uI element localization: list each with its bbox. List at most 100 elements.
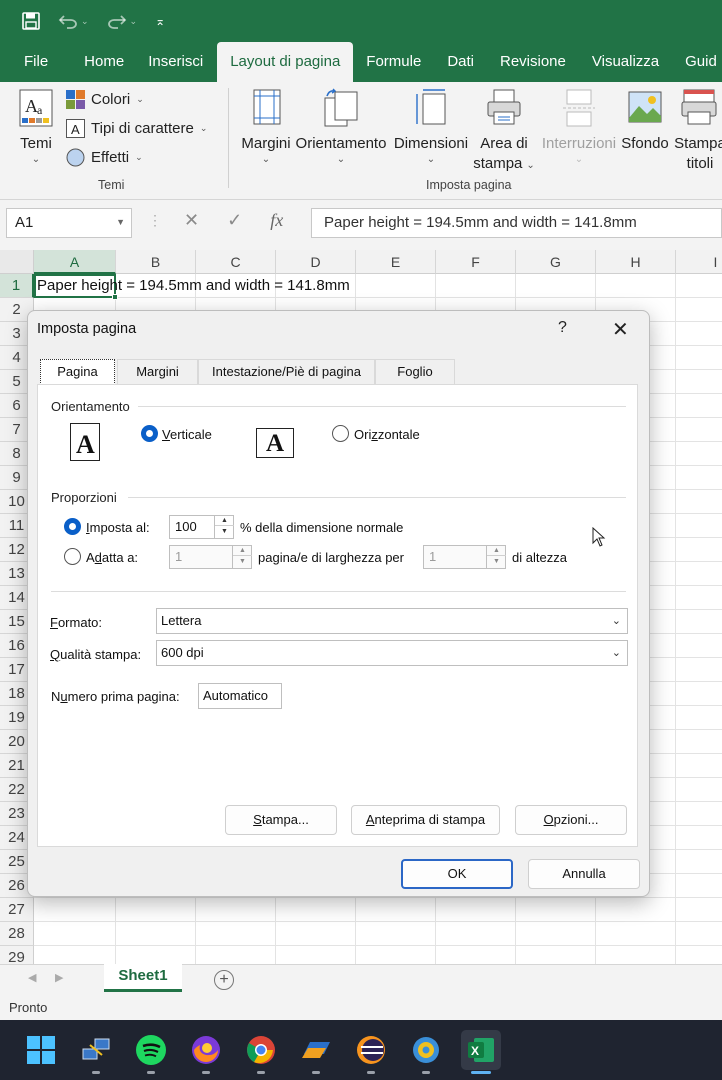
redo-icon[interactable]: ⌄ [107,13,137,29]
customize-quick-access-icon[interactable]: ⌅ [155,14,165,28]
row-header-29[interactable]: 29 [0,946,34,964]
ok-button[interactable]: OK [401,859,513,889]
adatta-height-stepper[interactable]: 1 ▲ ▼ [423,545,506,569]
column-header-a[interactable]: A [34,250,116,274]
chevron-down-icon[interactable]: ⌄ [612,614,621,627]
close-icon[interactable]: ✕ [612,317,629,342]
app-icon[interactable] [296,1030,336,1074]
tab-intestazione[interactable]: Intestazione/Piè di pagina [198,359,375,385]
network-icon[interactable] [76,1030,116,1074]
qualita-stampa-select[interactable]: 600 dpi ⌄ [156,640,628,666]
anteprima-di-stampa-button[interactable]: Anteprima di stampa [351,805,500,835]
dimensioni-button[interactable]: Dimensioni ⌄ [391,88,471,166]
verticale-radio[interactable] [141,425,158,442]
cancel-icon[interactable]: ✕ [184,210,199,231]
chevron-down-icon[interactable]: ⌄ [612,646,621,659]
add-sheet-icon[interactable]: + [214,970,234,990]
adatta-width-stepper[interactable]: 1 ▲ ▼ [169,545,252,569]
numero-prima-pagina-input[interactable]: Automatico [198,683,282,709]
row-header-28[interactable]: 28 [0,922,34,946]
tab-formule[interactable]: Formule [353,42,434,82]
taskbar: X [0,1020,722,1080]
column-header-g[interactable]: G [516,250,596,274]
tab-file[interactable]: File [0,42,74,82]
formula-input[interactable]: Paper height = 194.5mm and width = 141.8… [311,208,722,238]
stampa-titoli-button[interactable]: Stampa titoli [672,88,722,174]
margini-label: Margini [241,135,291,152]
numero-prima-pagina-label: Numero prima pagina: [51,689,180,704]
orizzontale-radio[interactable] [332,425,349,442]
tab-dati[interactable]: Dati [434,42,487,82]
effetti-label: Effetti [91,148,130,166]
stampa-titoli-label-line1: Stampa [674,135,722,152]
insert-function-icon[interactable]: fx [270,210,283,231]
stepper-arrows[interactable]: ▲ ▼ [214,515,234,539]
undo-icon[interactable]: ⌄ [58,13,89,29]
opzioni-button[interactable]: Opzioni... [515,805,627,835]
firefox-icon[interactable] [186,1030,226,1074]
tab-inserisci[interactable]: Inserisci [138,42,217,82]
tab-margini[interactable]: Margini [117,359,198,385]
column-header-d[interactable]: D [276,250,356,274]
sheet-tab-sheet1[interactable]: Sheet1 [104,964,182,992]
drag-handle-icon[interactable]: ⋮ [148,212,162,229]
tab-revisione[interactable]: Revisione [487,42,579,82]
imposta-al-stepper[interactable]: 100 ▲ ▼ [169,515,234,539]
save-icon[interactable] [22,12,40,30]
tab-foglio[interactable]: Foglio [375,359,455,385]
chrome-icon[interactable] [241,1030,281,1074]
tab-guida[interactable]: Guid [672,42,722,82]
tab-visualizza[interactable]: Visualizza [579,42,672,82]
imposta-al-radio[interactable] [64,518,81,535]
scroll-right-icon[interactable]: ▶ [55,971,63,984]
temi-button[interactable]: Aa Temi ⌄ [12,88,60,166]
column-header-c[interactable]: C [196,250,276,274]
effetti-button[interactable]: Effetti ⌄ [66,146,143,168]
stampa-button[interactable]: Stampa... [225,805,337,835]
section-divider [138,406,626,407]
chevron-down-icon: ⌄ [574,154,584,165]
stepper-down-icon[interactable]: ▼ [487,556,506,567]
stepper-arrows[interactable]: ▲ ▼ [486,545,506,569]
enter-icon[interactable]: ✓ [227,210,242,231]
tipi-di-carattere-button[interactable]: A Tipi di carattere ⌄ [66,117,207,139]
column-header-b[interactable]: B [116,250,196,274]
help-icon[interactable]: ? [558,319,567,337]
tab-pagina[interactable]: Pagina [40,359,115,385]
excel-icon[interactable]: X [461,1030,501,1074]
sheet-tab-bar: ◀ ▶ Sheet1 + [0,964,722,994]
row-header-1[interactable]: 1 [0,274,34,298]
annulla-button[interactable]: Annulla [528,859,640,889]
tab-home[interactable]: Home [74,42,138,82]
tab-layout-di-pagina[interactable]: Layout di pagina [217,42,354,82]
stepper-up-icon[interactable]: ▲ [487,545,506,556]
row-header-27[interactable]: 27 [0,898,34,922]
colori-button[interactable]: Colori ⌄ [66,88,144,110]
sfondo-button[interactable]: Sfondo [618,88,672,154]
stepper-up-icon[interactable]: ▲ [233,545,252,556]
margini-button[interactable]: Margini ⌄ [238,88,294,166]
formato-select[interactable]: Lettera ⌄ [156,608,628,634]
stepper-down-icon[interactable]: ▼ [233,556,252,567]
select-all-corner[interactable] [0,250,34,274]
interruzioni-button[interactable]: Interruzioni ⌄ [540,88,618,166]
chevron-down-icon[interactable]: ▼ [116,217,125,227]
windows-start-icon[interactable] [21,1030,61,1070]
stepper-arrows[interactable]: ▲ ▼ [232,545,252,569]
stepper-up-icon[interactable]: ▲ [215,515,234,526]
settings-app-icon[interactable] [406,1030,446,1074]
eclipse-icon[interactable] [351,1030,391,1074]
column-header-h[interactable]: H [596,250,676,274]
column-header-f[interactable]: F [436,250,516,274]
spotify-icon[interactable] [131,1030,171,1074]
column-header-e[interactable]: E [356,250,436,274]
area-di-stampa-button[interactable]: Area di stampa ⌄ [470,88,538,174]
stepper-down-icon[interactable]: ▼ [215,526,234,537]
column-header-i[interactable]: I [676,250,722,274]
scroll-left-icon[interactable]: ◀ [28,971,36,984]
group-label-temi: Temi [98,178,125,192]
qualita-stampa-value: 600 dpi [161,645,204,660]
name-box[interactable]: A1 ▼ [6,208,132,238]
adatta-a-radio[interactable] [64,548,81,565]
orientamento-button[interactable]: Orientamento ⌄ [295,88,387,166]
